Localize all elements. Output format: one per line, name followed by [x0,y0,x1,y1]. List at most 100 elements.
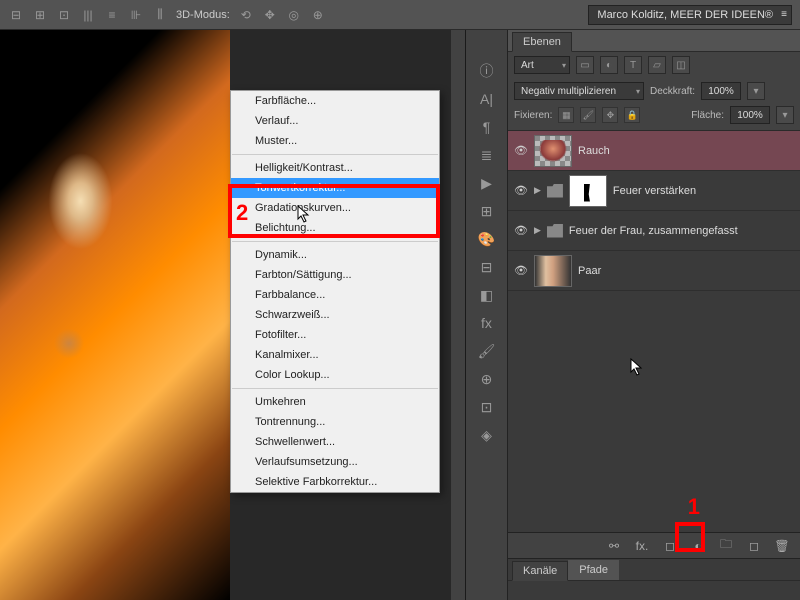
adjustment-layer-menu: Farbfläche...Verlauf...Muster... Helligke… [230,90,440,493]
layer-mask-icon[interactable]: ◻ [662,538,678,554]
menu-item[interactable]: Color Lookup... [231,365,439,385]
layers-panel: Ebenen Art ▭ ◐ T ▱ ◫ Negativ multiplizie… [508,30,800,600]
filter-type-icon[interactable]: T [624,56,642,74]
menu-item[interactable]: Tontrennung... [231,412,439,432]
lock-pixels-icon[interactable]: 🖌 [580,107,596,123]
lock-all-icon[interactable]: 🔒 [624,107,640,123]
layer-fx-icon[interactable]: fx. [634,538,650,554]
distribute-icon[interactable]: ⊪ [128,7,144,23]
filter-shape-icon[interactable]: ▱ [648,56,666,74]
menu-item[interactable]: Schwellenwert... [231,432,439,452]
styles-icon[interactable]: ≣ [476,144,498,166]
distribute-icon[interactable]: ≡ [104,7,120,23]
align-icon[interactable]: ⊡ [56,7,72,23]
opacity-input[interactable]: 100% [701,82,741,100]
callout-number-2: 2 [236,200,248,226]
disclosure-icon[interactable]: ▶ [534,185,541,196]
menu-item[interactable]: Belichtung... [231,218,439,238]
character-icon[interactable]: A| [476,88,498,110]
swatches-icon[interactable]: ⊞ [476,200,498,222]
align-icon[interactable]: ⊞ [32,7,48,23]
clone-icon[interactable]: ⊕ [476,368,498,390]
menu-item[interactable]: Schwarzweiß... [231,305,439,325]
visibility-icon[interactable]: 👁 [514,264,528,278]
disclosure-icon[interactable]: ▶ [534,225,541,236]
color-icon[interactable]: 🎨 [476,228,498,250]
fill-input[interactable]: 100% [730,106,770,124]
filter-pixel-icon[interactable]: ▭ [576,56,594,74]
layer-row[interactable]: 👁 ▶ Feuer verstärken [508,171,800,211]
group-icon[interactable]: 🗀 [718,538,734,554]
layer-name: Paar [578,265,601,277]
play-icon[interactable]: ▶ [476,172,498,194]
folder-icon [547,184,563,198]
adjustments-icon[interactable]: ⊟ [476,256,498,278]
lock-label: Fixieren: [514,110,552,121]
collapsed-panels-strip: ⓘ A| ¶ ≣ ▶ ⊞ 🎨 ⊟ ◧ fx 🖌 ⊕ ⊡ ◈ [466,30,508,600]
visibility-icon[interactable]: 👁 [514,144,528,158]
paragraph-icon[interactable]: ¶ [476,116,498,138]
brush-icon[interactable]: 🖌 [476,340,498,362]
tab-channels[interactable]: Kanäle [512,561,568,581]
filter-smart-icon[interactable]: ◫ [672,56,690,74]
canvas-scrollbar[interactable] [451,30,465,600]
tool-icon[interactable]: ⊡ [476,396,498,418]
adjustment-layer-icon[interactable]: ◐ [690,538,706,554]
orbit-icon[interactable]: ⟲ [238,7,254,23]
fx-icon[interactable]: fx [476,312,498,334]
new-layer-icon[interactable]: ◻ [746,538,762,554]
align-icon[interactable]: ⊟ [8,7,24,23]
distribute-icon[interactable]: ||| [80,7,96,23]
layer-row[interactable]: 👁 Paar [508,251,800,291]
mask-thumbnail[interactable] [569,175,607,207]
dropdown-icon[interactable]: ▾ [747,82,765,100]
layer-panel-footer: ⚯ fx. ◻ ◐ 🗀 ◻ 🗑 [508,532,800,558]
menu-item[interactable]: Gradationskurven... [231,198,439,218]
menu-item[interactable]: Selektive Farbkorrektur... [231,472,439,492]
layer-row[interactable]: 👁 Rauch [508,131,800,171]
layer-row[interactable]: 👁 ▶ Feuer der Frau, zusammengefasst [508,211,800,251]
slide-icon[interactable]: ◎ [286,7,302,23]
menu-item[interactable]: Farbbalance... [231,285,439,305]
mode3d-label: 3D-Modus: [176,9,230,21]
lock-transparency-icon[interactable]: ▦ [558,107,574,123]
dropdown-icon[interactable]: ▾ [776,106,794,124]
link-layers-icon[interactable]: ⚯ [606,538,622,554]
layer-name: Rauch [578,145,610,157]
lock-position-icon[interactable]: ✥ [602,107,618,123]
tool-icon[interactable]: ◈ [476,424,498,446]
visibility-icon[interactable]: 👁 [514,184,528,198]
menu-item[interactable]: Muster... [231,131,439,151]
layer-name: Feuer der Frau, zusammengefasst [569,225,738,237]
layers-icon[interactable]: ◧ [476,284,498,306]
menu-item[interactable]: Fotofilter... [231,325,439,345]
info-icon[interactable]: ⓘ [476,60,498,82]
menu-item[interactable]: Farbfläche... [231,91,439,111]
zoom3d-icon[interactable]: ⊕ [310,7,326,23]
pan-icon[interactable]: ✥ [262,7,278,23]
menu-item[interactable]: Kanalmixer... [231,345,439,365]
menu-item[interactable]: Verlauf... [231,111,439,131]
layer-thumbnail[interactable] [534,135,572,167]
tab-paths[interactable]: Pfade [568,560,619,580]
menu-item[interactable]: Helligkeit/Kontrast... [231,158,439,178]
menu-item[interactable]: Umkehren [231,392,439,412]
menu-item[interactable]: Verlaufsumsetzung... [231,452,439,472]
tab-layers[interactable]: Ebenen [512,32,572,52]
menu-item[interactable]: Tonwertkorrektur... [231,178,439,198]
layer-name: Feuer verstärken [613,185,696,197]
distribute-icon[interactable]: ⫼ [152,7,168,23]
trash-icon[interactable]: 🗑 [774,538,790,554]
canvas-image [0,30,230,600]
blend-mode-dropdown[interactable]: Negativ multiplizieren [514,82,644,100]
workspace-dropdown[interactable]: Marco Kolditz, MEER DER IDEEN® [588,5,792,25]
layer-filter-dropdown[interactable]: Art [514,56,570,74]
opacity-label: Deckkraft: [650,86,695,97]
menu-item[interactable]: Farbton/Sättigung... [231,265,439,285]
layer-thumbnail[interactable] [534,255,572,287]
menu-item[interactable]: Dynamik... [231,245,439,265]
cursor-icon [297,205,313,225]
callout-number-1: 1 [688,494,700,520]
filter-adjust-icon[interactable]: ◐ [600,56,618,74]
visibility-icon[interactable]: 👁 [514,224,528,238]
